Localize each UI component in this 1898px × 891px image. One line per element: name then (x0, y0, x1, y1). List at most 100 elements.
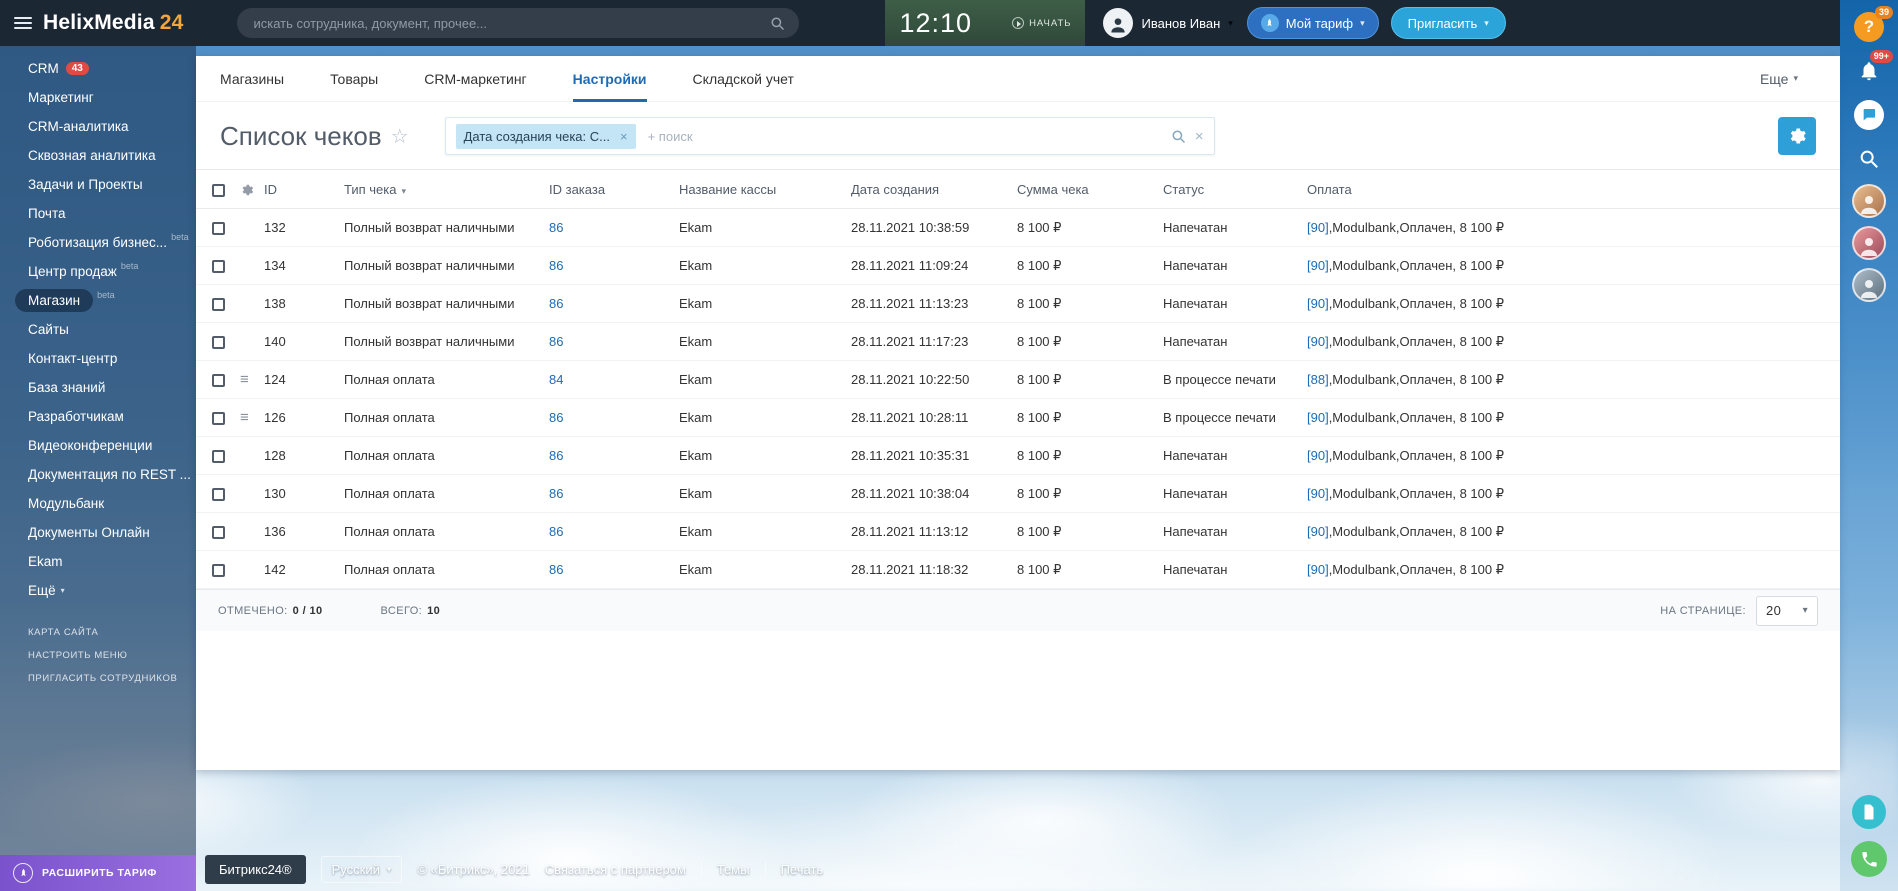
sidebar-footer-link[interactable]: НАСТРОИТЬ МЕНЮ (0, 644, 196, 667)
grid-settings-button[interactable] (1778, 117, 1816, 155)
tariff-button[interactable]: Мой тариф ▾ (1247, 7, 1379, 39)
sidebar-item[interactable]: Видеоконференции (0, 431, 196, 460)
sidebar-item[interactable]: Ещё▾ (0, 576, 196, 605)
sidebar-item[interactable]: Роботизация бизнес...beta (0, 228, 196, 257)
notifications-button[interactable]: 99+ (1852, 54, 1886, 88)
language-select[interactable]: Русский ▾ (321, 856, 403, 883)
clear-filter-icon[interactable]: × (1195, 128, 1204, 145)
user-menu[interactable]: Иванов Иван ▾ (1103, 8, 1232, 38)
payment-link[interactable]: [90] (1307, 410, 1329, 425)
sidebar-item[interactable]: Разработчикам (0, 402, 196, 431)
row-checkbox[interactable] (212, 222, 225, 235)
sidebar-item[interactable]: Сквозная аналитика (0, 141, 196, 170)
order-link[interactable]: 86 (549, 448, 563, 463)
row-checkbox[interactable] (212, 336, 225, 349)
rail-search-button[interactable] (1852, 142, 1886, 176)
tabs-more-button[interactable]: Еще ▾ (1760, 71, 1816, 87)
close-icon[interactable]: × (620, 129, 628, 144)
sidebar-item[interactable]: Магазинbeta (0, 286, 196, 315)
filter-chip[interactable]: Дата создания чека: С... × (456, 124, 636, 149)
tab[interactable]: CRM-маркетинг (424, 56, 526, 102)
global-search-input[interactable] (251, 15, 770, 32)
payment-link[interactable]: [90] (1307, 562, 1329, 577)
tab[interactable]: Складской учет (693, 56, 794, 102)
sidebar-item[interactable]: База знаний (0, 373, 196, 402)
order-link[interactable]: 86 (549, 296, 563, 311)
global-search[interactable] (237, 8, 799, 38)
sidebar-item[interactable]: Центр продажbeta (0, 257, 196, 286)
payment-link[interactable]: [90] (1307, 258, 1329, 273)
partner-link[interactable]: Связаться с партнером (545, 862, 686, 877)
order-link[interactable]: 84 (549, 372, 563, 387)
contact-avatar[interactable] (1852, 184, 1886, 218)
invite-button[interactable]: Пригласить ▾ (1391, 7, 1506, 39)
order-link[interactable]: 86 (549, 524, 563, 539)
row-checkbox[interactable] (212, 526, 225, 539)
col-cashbox[interactable]: Название кассы (673, 170, 845, 209)
table-row[interactable]: ≡126Полная оплата86Ekam28.11.2021 10:28:… (196, 399, 1840, 437)
tab[interactable]: Магазины (220, 56, 284, 102)
row-checkbox[interactable] (212, 488, 225, 501)
row-checkbox[interactable] (212, 260, 225, 273)
table-row[interactable]: 132Полный возврат наличными86Ekam28.11.2… (196, 209, 1840, 247)
sidebar-item[interactable]: Модульбанк (0, 489, 196, 518)
payment-link[interactable]: [90] (1307, 524, 1329, 539)
row-checkbox[interactable] (212, 298, 225, 311)
table-row[interactable]: 134Полный возврат наличными86Ekam28.11.2… (196, 247, 1840, 285)
payment-link[interactable]: [90] (1307, 448, 1329, 463)
filter-bar[interactable]: Дата создания чека: С... × × (445, 117, 1215, 155)
sidebar-item[interactable]: Ekam (0, 547, 196, 576)
table-row[interactable]: 140Полный возврат наличными86Ekam28.11.2… (196, 323, 1840, 361)
sidebar-footer-link[interactable]: КАРТА САЙТА (0, 621, 196, 644)
expand-tariff-button[interactable]: РАСШИРИТЬ ТАРИФ (0, 855, 196, 891)
sidebar-footer-link[interactable]: ПРИГЛАСИТЬ СОТРУДНИКОВ (0, 667, 196, 690)
table-row[interactable]: ≡124Полная оплата84Ekam28.11.2021 10:22:… (196, 361, 1840, 399)
table-row[interactable]: 136Полная оплата86Ekam28.11.2021 11:13:1… (196, 513, 1840, 551)
sidebar-item[interactable]: Почта (0, 199, 196, 228)
contact-avatar[interactable] (1852, 268, 1886, 302)
payment-link[interactable]: [90] (1307, 334, 1329, 349)
col-type[interactable]: Тип чека▾ (338, 170, 543, 209)
document-button[interactable] (1852, 795, 1886, 829)
sidebar-item[interactable]: CRM-аналитика (0, 112, 196, 141)
payment-link[interactable]: [88] (1307, 372, 1329, 387)
search-icon[interactable] (1171, 129, 1186, 144)
select-all-checkbox[interactable] (212, 184, 225, 197)
row-checkbox[interactable] (212, 412, 225, 425)
app-logo[interactable]: HelixMedia24 (43, 11, 183, 35)
worktime-panel[interactable]: 12:10 НАЧАТЬ (885, 0, 1085, 46)
payment-link[interactable]: [90] (1307, 296, 1329, 311)
help-button[interactable]: ? 39 (1852, 10, 1886, 44)
tab[interactable]: Настройки (573, 56, 647, 102)
row-menu-icon[interactable]: ≡ (240, 409, 249, 426)
payment-link[interactable]: [90] (1307, 220, 1329, 235)
row-checkbox[interactable] (212, 374, 225, 387)
col-payment[interactable]: Оплата (1301, 170, 1840, 209)
bitrix-brand-button[interactable]: Битрикс24® (205, 855, 306, 884)
order-link[interactable]: 86 (549, 220, 563, 235)
sidebar-item[interactable]: Сайты (0, 315, 196, 344)
sidebar-item[interactable]: CRM43 (0, 54, 196, 83)
favorite-star-icon[interactable]: ☆ (391, 124, 409, 149)
col-status[interactable]: Статус (1157, 170, 1301, 209)
order-link[interactable]: 86 (549, 258, 563, 273)
table-row[interactable]: 138Полный возврат наличными86Ekam28.11.2… (196, 285, 1840, 323)
themes-link[interactable]: Темы (717, 862, 750, 877)
sidebar-item[interactable]: Контакт-центр (0, 344, 196, 373)
order-link[interactable]: 86 (549, 334, 563, 349)
page-size-select[interactable]: 20 ▾ (1756, 596, 1818, 626)
sidebar-item[interactable]: Документация по REST ... (0, 460, 196, 489)
row-checkbox[interactable] (212, 564, 225, 577)
table-row[interactable]: 128Полная оплата86Ekam28.11.2021 10:35:3… (196, 437, 1840, 475)
order-link[interactable]: 86 (549, 486, 563, 501)
tab[interactable]: Товары (330, 56, 378, 102)
print-link[interactable]: Печать (781, 862, 824, 877)
col-created[interactable]: Дата создания (845, 170, 1011, 209)
sidebar-item[interactable]: Документы Онлайн (0, 518, 196, 547)
filter-search-input[interactable] (646, 128, 1163, 145)
sidebar-item[interactable]: Задачи и Проекты (0, 170, 196, 199)
menu-burger-icon[interactable] (14, 17, 32, 29)
worktime-start-button[interactable]: НАЧАТЬ (1012, 17, 1071, 29)
col-order[interactable]: ID заказа (543, 170, 673, 209)
contact-avatar[interactable] (1852, 226, 1886, 260)
